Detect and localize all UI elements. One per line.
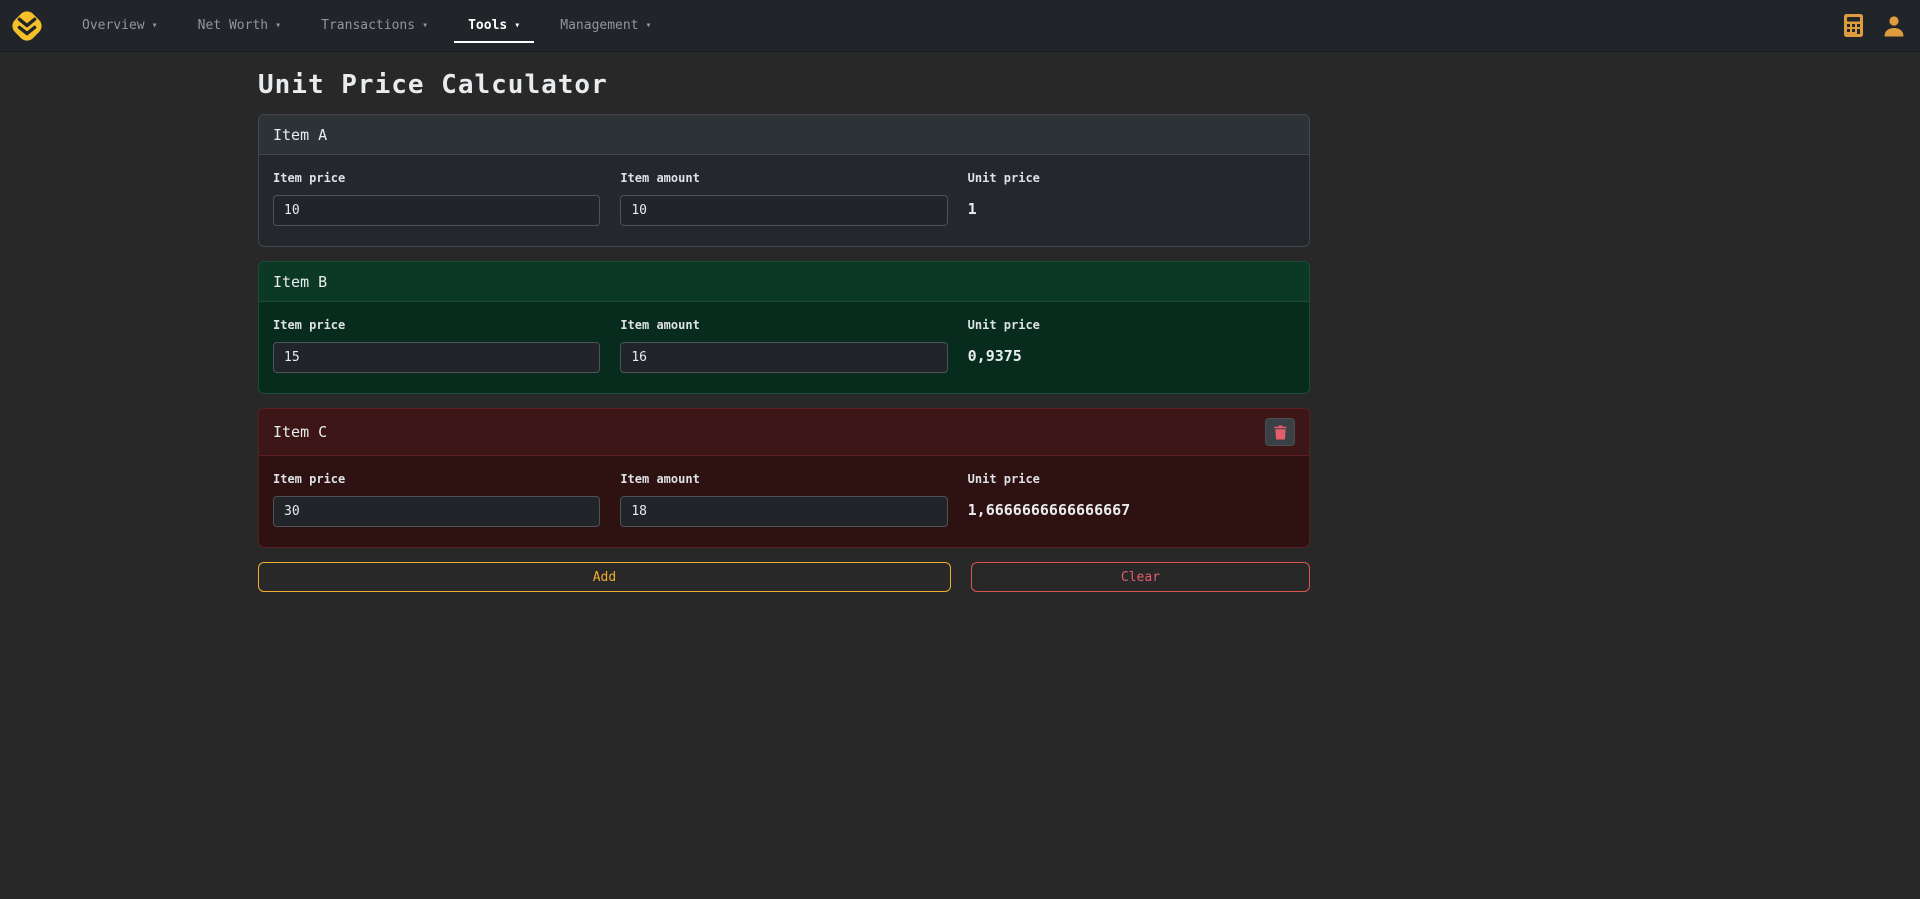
item-amount-input[interactable]	[620, 342, 947, 373]
delete-item-button[interactable]	[1265, 418, 1295, 446]
item-card-c-header: Item C	[259, 409, 1309, 456]
nav-item-label: Overview	[82, 18, 145, 33]
nav-item-net-worth[interactable]: Net Worth ▾	[184, 9, 295, 43]
nav-item-label: Management	[560, 18, 638, 33]
chevron-down-icon: ▾	[152, 20, 158, 31]
item-price-field: Item price	[273, 171, 600, 226]
nav-item-tools[interactable]: Tools ▾	[454, 9, 534, 43]
unit-price-field: Unit price 0,9375	[968, 318, 1295, 373]
item-card-b-body: Item price Item amount Unit price 0,9375	[259, 302, 1309, 393]
unit-price-label: Unit price	[968, 318, 1295, 332]
chevron-down-icon: ▾	[514, 20, 520, 31]
unit-price-value: 1	[968, 195, 1295, 218]
unit-price-value: 0,9375	[968, 342, 1295, 365]
item-price-label: Item price	[273, 472, 600, 486]
item-card-a: Item A Item price Item amount Unit price…	[258, 114, 1310, 247]
item-price-input[interactable]	[273, 496, 600, 527]
navbar-right	[1843, 13, 1906, 38]
item-price-field: Item price	[273, 318, 600, 373]
item-price-input[interactable]	[273, 195, 600, 226]
top-navbar: Overview ▾ Net Worth ▾ Transactions ▾ To…	[0, 0, 1920, 52]
page-title: Unit Price Calculator	[258, 70, 1310, 100]
item-card-title: Item C	[273, 423, 327, 441]
unit-price-label: Unit price	[968, 472, 1295, 486]
unit-price-field: Unit price 1,6666666666666667	[968, 472, 1295, 527]
calculator-icon	[1843, 13, 1864, 38]
trash-icon	[1274, 425, 1287, 440]
item-amount-label: Item amount	[620, 318, 947, 332]
item-card-b: Item B Item price Item amount Unit price…	[258, 261, 1310, 394]
item-card-a-header: Item A	[259, 115, 1309, 155]
calculator-button[interactable]	[1843, 13, 1864, 38]
unit-price-field: Unit price 1	[968, 171, 1295, 226]
nav-item-overview[interactable]: Overview ▾	[68, 9, 172, 43]
chevron-down-icon: ▾	[422, 20, 428, 31]
item-amount-field: Item amount	[620, 171, 947, 226]
clear-button[interactable]: Clear	[971, 562, 1310, 592]
nav-item-transactions[interactable]: Transactions ▾	[307, 9, 442, 43]
item-price-field: Item price	[273, 472, 600, 527]
actions-row: Add Clear	[258, 562, 1310, 592]
item-card-title: Item A	[273, 126, 327, 144]
item-card-c: Item C Item price Item amount Unit price…	[258, 408, 1310, 548]
item-amount-label: Item amount	[620, 171, 947, 185]
item-amount-input[interactable]	[620, 496, 947, 527]
nav-item-management[interactable]: Management ▾	[546, 9, 665, 43]
item-amount-field: Item amount	[620, 318, 947, 373]
item-card-b-header: Item B	[259, 262, 1309, 302]
logo-icon	[8, 7, 46, 45]
nav-item-label: Net Worth	[198, 18, 268, 33]
item-card-c-body: Item price Item amount Unit price 1,6666…	[259, 456, 1309, 547]
item-card-title: Item B	[273, 273, 327, 291]
add-button[interactable]: Add	[258, 562, 951, 592]
chevron-down-icon: ▾	[646, 20, 652, 31]
user-icon	[1882, 14, 1906, 38]
item-card-a-body: Item price Item amount Unit price 1	[259, 155, 1309, 246]
user-profile-button[interactable]	[1882, 14, 1906, 38]
item-amount-field: Item amount	[620, 472, 947, 527]
unit-price-value: 1,6666666666666667	[968, 496, 1295, 519]
app-logo[interactable]	[8, 7, 46, 45]
nav-item-label: Transactions	[321, 18, 415, 33]
unit-price-label: Unit price	[968, 171, 1295, 185]
chevron-down-icon: ▾	[275, 20, 281, 31]
nav-menu: Overview ▾ Net Worth ▾ Transactions ▾ To…	[62, 0, 672, 51]
item-amount-label: Item amount	[620, 472, 947, 486]
item-price-label: Item price	[273, 171, 600, 185]
item-price-input[interactable]	[273, 342, 600, 373]
nav-item-label: Tools	[468, 18, 507, 33]
item-price-label: Item price	[273, 318, 600, 332]
item-amount-input[interactable]	[620, 195, 947, 226]
main-content: Unit Price Calculator Item A Item price …	[258, 70, 1310, 592]
